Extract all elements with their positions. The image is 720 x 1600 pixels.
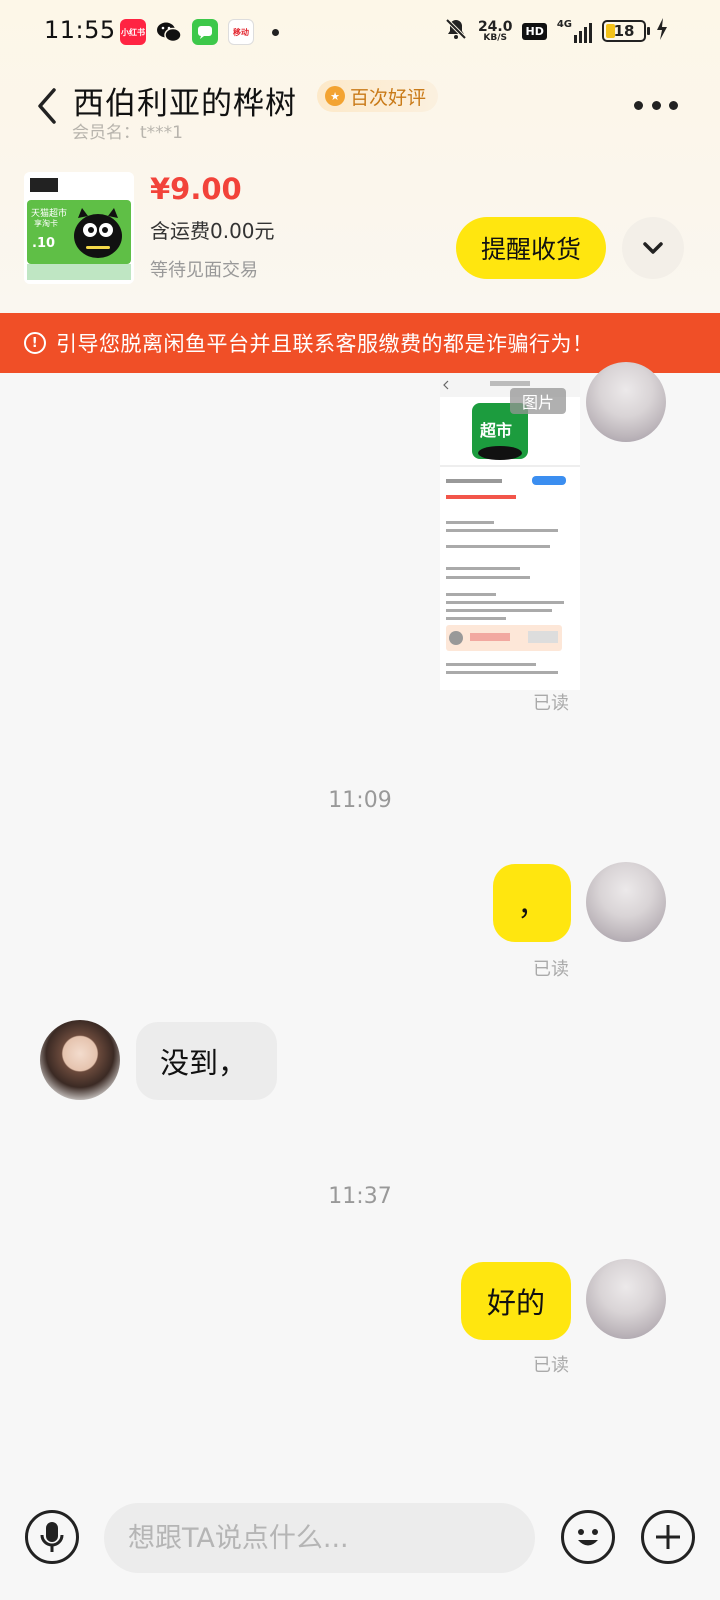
- charging-icon: [656, 18, 668, 44]
- member-name: 会员名：t***1: [72, 123, 183, 143]
- image-app-label: 超市: [480, 421, 513, 440]
- product-shipping: 含运费0.00元: [150, 219, 275, 243]
- medal-icon: ★: [325, 86, 345, 106]
- voice-button[interactable]: [25, 1510, 79, 1564]
- my-avatar[interactable]: [586, 362, 666, 442]
- plus-icon: [656, 1525, 680, 1549]
- rating-badge[interactable]: ★ 百次好评: [317, 80, 439, 112]
- wechat-icon: [156, 19, 182, 45]
- image-tag: 图片: [510, 388, 566, 414]
- expand-button[interactable]: [622, 217, 684, 279]
- chat-partner-name[interactable]: 西伯利亚的桦树: [73, 78, 297, 123]
- emoji-icon: [578, 1529, 598, 1546]
- my-avatar[interactable]: [586, 862, 666, 942]
- status-bar: 11:55 小红书 移动 24.0 KB/S HD 4G 18: [0, 0, 720, 64]
- signal-icon: 4G: [557, 19, 592, 43]
- read-receipt: 已读: [533, 693, 569, 714]
- status-system-icons: 24.0 KB/S HD 4G 18: [444, 16, 668, 46]
- chevron-down-icon: [643, 242, 663, 254]
- my-avatar[interactable]: [586, 1259, 666, 1339]
- emoji-button[interactable]: [561, 1510, 615, 1564]
- message-input[interactable]: [104, 1503, 535, 1573]
- image-message[interactable]: 超市: [440, 373, 580, 690]
- microphone-icon: [40, 1522, 64, 1552]
- product-thumb-value: .10: [32, 236, 56, 251]
- back-arrow-icon: [38, 88, 56, 124]
- product-price: ¥9.00: [150, 172, 242, 206]
- mute-icon: [444, 17, 468, 45]
- trade-status: 等待见面交易: [150, 260, 258, 281]
- partner-message-bubble[interactable]: 没到，: [136, 1022, 277, 1100]
- read-receipt: 已读: [533, 1355, 569, 1376]
- messages-icon: [192, 19, 218, 45]
- read-receipt: 已读: [533, 959, 569, 980]
- remind-receipt-button[interactable]: 提醒收货: [456, 217, 606, 279]
- my-message-bubble[interactable]: ，: [493, 864, 571, 942]
- status-more-dot: [272, 28, 279, 36]
- xiaohongshu-icon: 小红书: [120, 19, 146, 45]
- plus-button[interactable]: [641, 1510, 695, 1564]
- china-mobile-icon: 移动: [228, 19, 254, 45]
- timestamp: 11:37: [328, 1184, 392, 1209]
- net-speed: 24.0 KB/S: [477, 18, 513, 43]
- more-icon: [634, 100, 643, 110]
- product-thumb-subtitle: 享淘卡: [34, 219, 58, 228]
- product-thumbnail[interactable]: 天猫超市 享淘卡 .10: [24, 172, 134, 284]
- my-message-bubble[interactable]: 好的: [461, 1262, 571, 1340]
- battery-icon: 18: [602, 20, 650, 42]
- warning-icon: !: [24, 332, 46, 354]
- timestamp: 11:09: [328, 788, 392, 813]
- status-notification-icons: 小红书 移动: [120, 19, 279, 45]
- status-time: 11:55: [44, 16, 116, 44]
- more-button[interactable]: [634, 98, 678, 112]
- hd-badge: HD: [522, 22, 547, 40]
- warning-text: 引导您脱离闲鱼平台并且联系客服缴费的都是诈骗行为！: [56, 332, 594, 356]
- back-button[interactable]: [30, 84, 66, 128]
- partner-avatar[interactable]: [40, 1020, 120, 1100]
